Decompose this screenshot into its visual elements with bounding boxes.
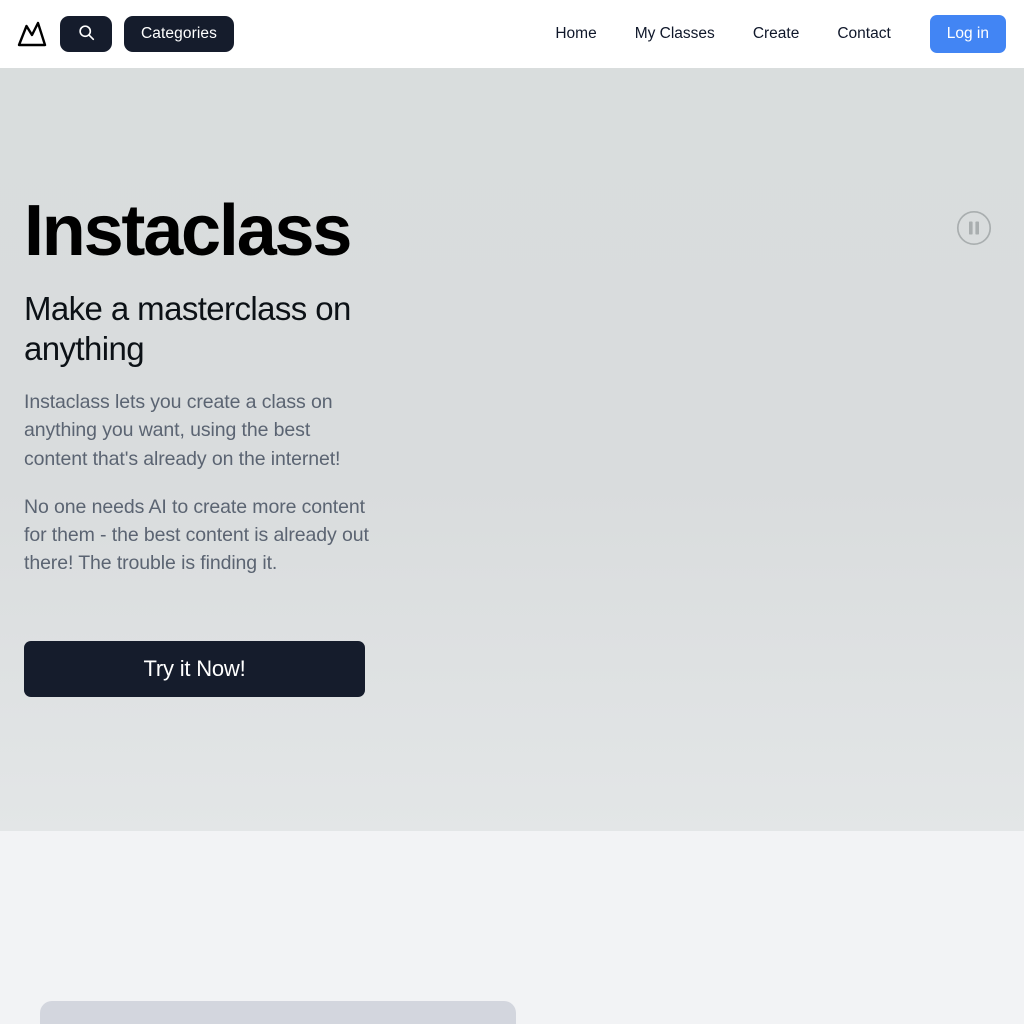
hero-description: Instaclass lets you create a class on an…	[24, 388, 372, 578]
nav-link-my-classes[interactable]: My Classes	[616, 16, 734, 52]
hero-paragraph-1: Instaclass lets you create a class on an…	[24, 391, 341, 470]
login-button[interactable]: Log in	[929, 15, 1006, 53]
page-title: Instaclass	[24, 191, 352, 271]
site-header: Categories Home My Classes Create Contac…	[0, 0, 1024, 68]
pause-icon	[956, 210, 992, 249]
categories-button[interactable]: Categories	[124, 16, 234, 52]
search-icon	[78, 24, 95, 44]
lower-inner: Dig Deeper	[24, 831, 1000, 1024]
header-left-group: Categories	[16, 16, 234, 52]
hero-section: Instaclass Make a masterclass on anythin…	[0, 68, 1024, 831]
nav-link-create[interactable]: Create	[734, 16, 819, 52]
try-it-now-button[interactable]: Try it Now!	[24, 641, 365, 697]
dig-deeper-card[interactable]: Dig Deeper	[40, 1001, 516, 1024]
pause-button[interactable]	[956, 210, 992, 249]
mountain-logo[interactable]	[16, 17, 48, 51]
hero-subtitle: Make a masterclass on anything	[24, 290, 351, 368]
nav-link-contact[interactable]: Contact	[818, 16, 909, 52]
main-navigation: Home My Classes Create Contact Log in	[536, 15, 1006, 53]
hero-paragraph-2: No one needs AI to create more content f…	[24, 495, 369, 575]
nav-link-home[interactable]: Home	[536, 16, 615, 52]
search-button[interactable]	[60, 16, 112, 52]
hero-inner: Instaclass Make a masterclass on anythin…	[24, 68, 1000, 831]
lower-section: Dig Deeper	[0, 831, 1024, 1024]
